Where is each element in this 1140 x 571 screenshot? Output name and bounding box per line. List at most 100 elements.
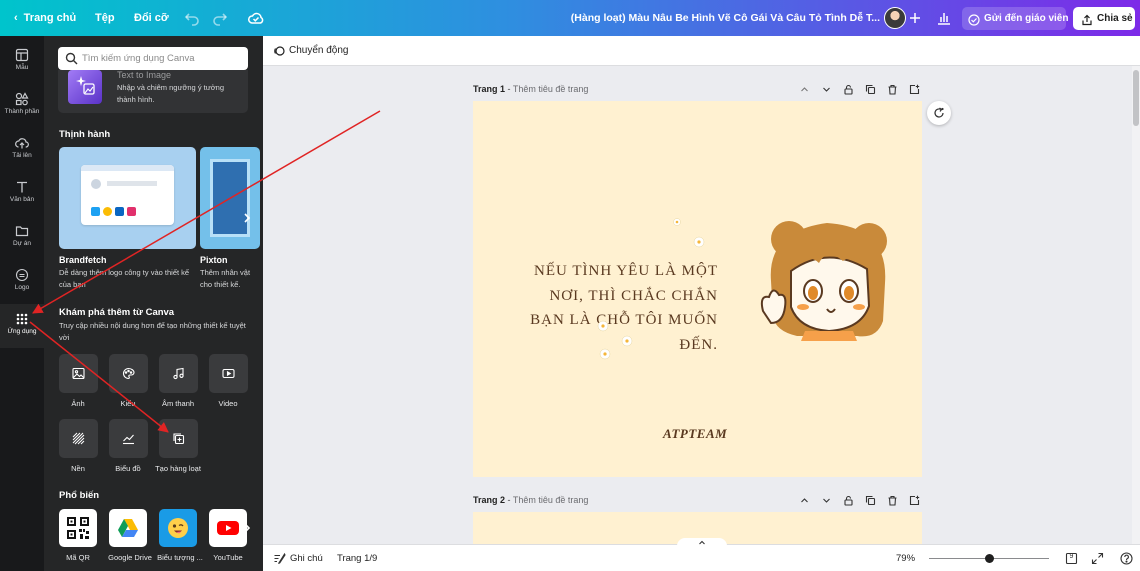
page-2-header[interactable]: Trang 2 - Thêm tiêu đề trang: [473, 495, 588, 505]
regenerate-button[interactable]: [927, 101, 951, 125]
app-label-google-drive: Google Drive: [108, 553, 152, 562]
duplicate-icon[interactable]: [865, 495, 876, 506]
page-strip-toggle[interactable]: [677, 538, 727, 546]
pixton-card[interactable]: [200, 147, 260, 249]
fullscreen-icon[interactable]: [1091, 552, 1104, 565]
rail-item-logo[interactable]: Logo: [0, 260, 44, 304]
app-qr-code[interactable]: [59, 509, 97, 547]
elements-icon: [15, 92, 29, 106]
undo-icon[interactable]: [183, 9, 201, 27]
zoom-slider-knob[interactable]: [984, 554, 994, 563]
file-menu[interactable]: Tệp: [95, 0, 115, 36]
design-stage: Trang 1 - Thêm tiêu đề trang NẾU TÌNH YÊ…: [263, 66, 1131, 544]
discover-description: Truy cập nhiều nội dung hơn để tạo những…: [59, 321, 246, 342]
left-rail: Mẫu Thành phần Tải lên Văn bản Dự án Log…: [0, 36, 44, 571]
pixton-name: Pixton: [200, 255, 228, 265]
share-button[interactable]: Chia sẻ: [1073, 7, 1135, 30]
lock-icon[interactable]: [843, 84, 854, 95]
text-to-image-thumbnail: [68, 70, 102, 104]
scrollbar-thumb[interactable]: [1133, 70, 1139, 126]
chevron-up-icon[interactable]: [799, 495, 810, 506]
tile-label-video: Video: [218, 399, 238, 408]
trash-icon[interactable]: [887, 84, 898, 95]
text-to-image-card[interactable]: Text to Image Nhập và chiêm ngưỡng ý tưở…: [58, 70, 248, 113]
chevron-right-icon: [244, 213, 251, 223]
trash-icon[interactable]: [887, 495, 898, 506]
chevron-up-icon[interactable]: [799, 84, 810, 95]
check-circle-icon: [968, 12, 980, 26]
palette-icon: [123, 367, 135, 380]
redo-icon[interactable]: [211, 9, 229, 27]
youtube-icon: [217, 521, 239, 535]
brandfetch-name: Brandfetch: [59, 255, 107, 265]
rail-item-upload[interactable]: Tải lên: [0, 128, 44, 172]
cloud-saved-icon[interactable]: [247, 9, 265, 27]
popular-next-button[interactable]: [240, 518, 254, 538]
tile-styles[interactable]: [109, 354, 148, 393]
grid-view-icon[interactable]: 9: [1065, 552, 1078, 565]
bulk-create-icon: [173, 433, 185, 445]
page-1-canvas[interactable]: NẾU TÌNH YÊU LÀ MỘT NƠI, THÌ CHẮC CHẮN B…: [473, 101, 922, 477]
apps-panel: Text to Image Nhập và chiêm ngưỡng ý tưở…: [44, 36, 263, 571]
trending-heading: Thịnh hành: [59, 129, 111, 140]
rail-item-text[interactable]: Văn bản: [0, 172, 44, 216]
search-box[interactable]: [58, 47, 248, 70]
zoom-slider[interactable]: [929, 554, 1049, 563]
pixton-desc-line1: Thêm nhân vật: [200, 268, 251, 277]
tile-label-backgrounds: Nền: [71, 464, 85, 473]
chevron-down-icon[interactable]: [821, 495, 832, 506]
pixton-desc-line2: cho thiết kế.: [200, 280, 241, 289]
chevron-down-icon[interactable]: [821, 84, 832, 95]
tile-bulk-create[interactable]: [159, 419, 198, 458]
tile-audio[interactable]: [159, 354, 198, 393]
card-title: Text to Image: [117, 70, 172, 80]
search-icon: [65, 52, 78, 65]
tile-backgrounds[interactable]: [59, 419, 98, 458]
plus-icon[interactable]: [906, 9, 924, 27]
tile-photos[interactable]: [59, 354, 98, 393]
app-emoji[interactable]: [159, 509, 197, 547]
animate-button[interactable]: Chuyển động: [273, 43, 349, 59]
brandfetch-card[interactable]: [59, 147, 196, 249]
send-to-teacher-button[interactable]: Gửi đến giáo viên: [962, 7, 1068, 30]
tile-label-styles: Kiểu: [120, 399, 136, 408]
sparkle-icon: [76, 76, 95, 95]
rail-item-templates[interactable]: Mẫu: [0, 40, 44, 84]
help-icon[interactable]: [1120, 552, 1133, 565]
tile-charts[interactable]: [109, 419, 148, 458]
folder-icon: [15, 226, 29, 237]
upload-icon: [15, 138, 29, 149]
logo-icon: [15, 268, 29, 282]
line-chart-icon: [123, 434, 134, 445]
add-page-icon[interactable]: [909, 84, 920, 95]
notes-button[interactable]: Ghi chú: [290, 545, 323, 571]
bar-chart-icon[interactable]: [935, 9, 953, 27]
girl-illustration[interactable]: [757, 211, 897, 346]
brandfetch-illustration: [81, 165, 174, 225]
notes-icon[interactable]: [273, 552, 286, 565]
tile-video[interactable]: [209, 354, 248, 393]
brandfetch-desc-line1: Dễ dàng thêm logo công ty vào thiết kế: [59, 268, 190, 277]
signature-text[interactable]: ATPTEAM: [663, 426, 727, 442]
rail-item-projects[interactable]: Dự án: [0, 216, 44, 260]
tile-label-audio: Âm thanh: [161, 399, 195, 408]
app-google-drive[interactable]: [109, 509, 147, 547]
lock-icon[interactable]: [843, 495, 854, 506]
rail-item-apps[interactable]: Ứng dụng: [0, 304, 44, 348]
emoji-icon: [168, 518, 188, 538]
page-1-tools: [799, 84, 920, 98]
app-label-qr-code: Mã QR: [66, 553, 90, 562]
zoom-level[interactable]: 79%: [896, 545, 915, 571]
back-home-button[interactable]: ‹ Trang chủ: [14, 0, 76, 36]
page-counter[interactable]: Trang 1/9: [337, 545, 377, 571]
document-title[interactable]: (Hàng loạt) Màu Nâu Be Hình Vẽ Cô Gái Và…: [560, 0, 880, 36]
avatar[interactable]: [884, 7, 906, 29]
resize-button[interactable]: Đổi cỡ: [134, 0, 169, 36]
rail-item-elements[interactable]: Thành phần: [0, 84, 44, 128]
duplicate-icon[interactable]: [865, 84, 876, 95]
search-input[interactable]: [82, 50, 242, 67]
trending-next-button[interactable]: [240, 208, 254, 228]
add-page-icon[interactable]: [909, 495, 920, 506]
page-1-header[interactable]: Trang 1 - Thêm tiêu đề trang: [473, 84, 588, 94]
canvas-scrollbar[interactable]: [1132, 66, 1140, 544]
